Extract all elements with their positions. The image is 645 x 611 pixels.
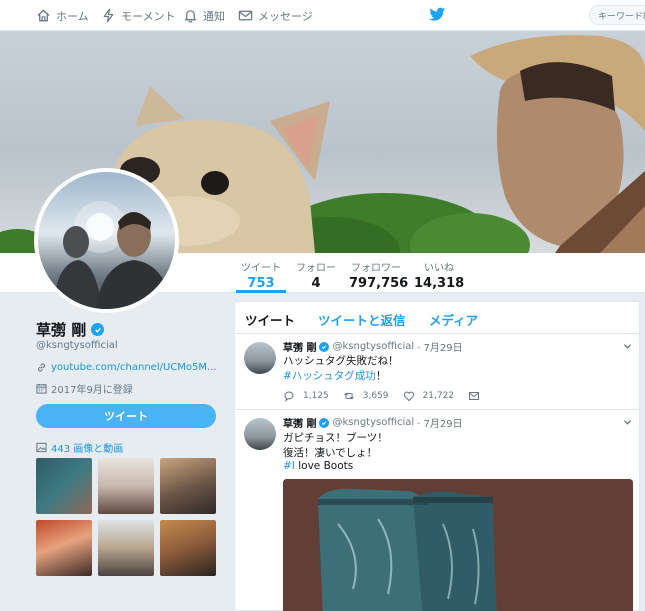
verified-icon — [319, 417, 330, 428]
stat-followers[interactable]: フォロワー 797,756 — [349, 259, 409, 291]
media-thumbnail[interactable] — [36, 520, 92, 576]
nav-moments-label: モーメント — [121, 9, 176, 23]
tweet-item[interactable]: 草彅 剛 @ksngtysofficial · 7月29日 ハッシュタグ失敗だね… — [235, 334, 641, 410]
tweet-timeline: ツイート ツイートと返信 メディア 草彅 剛 @ksngtysofficial … — [234, 301, 641, 611]
dm-action[interactable] — [468, 390, 480, 402]
chevron-down-icon[interactable] — [623, 418, 632, 427]
profile-link-text[interactable]: youtube.com/channel/UCMo5M... — [51, 362, 217, 373]
like-count: 21,722 — [422, 391, 455, 401]
stat-tweets-value: 753 — [247, 276, 275, 291]
tweet-author-handle[interactable]: @ksngtysofficial — [332, 417, 414, 428]
media-thumbnail[interactable] — [160, 520, 216, 576]
tweet-author-handle[interactable]: @ksngtysofficial — [332, 341, 414, 352]
twitter-bird-icon[interactable] — [429, 7, 446, 22]
tab-tweets-and-replies[interactable]: ツイートと返信 — [318, 310, 406, 329]
stat-likes[interactable]: いいね 14,318 — [414, 259, 464, 291]
retweet-count: 3,659 — [362, 391, 389, 401]
hashtag-link[interactable]: #ハッシュタグ成功 — [283, 370, 376, 382]
tab-media[interactable]: メディア — [429, 310, 478, 329]
media-thumbnail[interactable] — [36, 458, 92, 514]
nav-messages-label: メッセージ — [258, 9, 313, 23]
stat-tweets[interactable]: ツイート 753 — [240, 259, 282, 291]
tweet-avatar[interactable] — [244, 342, 276, 374]
timeline-tabs: ツイート ツイートと返信 メディア — [235, 302, 641, 334]
calendar-icon — [36, 383, 47, 394]
stat-followers-label: フォロワー — [351, 263, 401, 274]
tweet-text-line: #ハッシュタグ成功！ — [283, 368, 386, 383]
tab-tweets[interactable]: ツイート — [245, 310, 295, 329]
tweet-text-line: ハッシュタグ失敗だね！ — [283, 355, 399, 367]
compose-tweet-button[interactable]: ツイート — [36, 404, 216, 428]
nav-home[interactable]: ホーム — [36, 0, 89, 31]
envelope-icon — [238, 10, 253, 21]
tweet-item[interactable]: 草彅 剛 @ksngtysofficial · 7月29日 ガピチョス！ブーツ！… — [235, 410, 641, 611]
nav-notifications-label: 通知 — [203, 9, 225, 23]
nav-home-label: ホーム — [56, 9, 89, 23]
tweet-date[interactable]: · 7月29日 — [417, 339, 462, 354]
media-thumbnail[interactable] — [160, 458, 216, 514]
verified-icon — [319, 341, 330, 352]
tweet-text-line: 復活！凄いでしょ！ — [283, 447, 378, 459]
nav-notifications[interactable]: 通知 — [183, 0, 225, 31]
stat-tweets-label: ツイート — [241, 263, 281, 274]
profile-join-date: 2017年9月に登録 — [36, 381, 133, 396]
reply-action[interactable]: 1,125 — [283, 390, 329, 402]
stat-likes-value: 14,318 — [414, 276, 465, 291]
profile-avatar[interactable] — [34, 168, 179, 313]
like-action[interactable]: 21,722 — [403, 390, 455, 402]
reply-icon — [284, 391, 294, 402]
profile-name: 草彅 剛 — [36, 319, 105, 340]
active-stat-underline — [236, 290, 286, 293]
stat-followers-value: 797,756 — [349, 276, 409, 291]
hashtag-link[interactable]: #I — [283, 460, 295, 472]
image-icon — [36, 442, 47, 453]
stat-following[interactable]: フォロー 4 — [295, 259, 337, 291]
tweet-avatar[interactable] — [244, 418, 276, 450]
tweet-text-tail: ！ — [375, 370, 387, 382]
lightning-icon — [103, 8, 114, 23]
tweet-text-tail: love Boots — [294, 460, 354, 472]
stat-following-label: フォロー — [296, 263, 336, 274]
dm-icon — [469, 392, 480, 400]
nav-moments[interactable]: モーメント — [101, 0, 176, 31]
media-count-link[interactable]: 443 画像と動画 — [36, 440, 123, 455]
tweet-text-line: ガピチョス！ブーツ！ — [283, 432, 388, 444]
like-icon — [403, 391, 414, 402]
tweet-header: 草彅 剛 @ksngtysofficial · 7月29日 — [283, 339, 463, 354]
tweet-author-name[interactable]: 草彅 剛 — [283, 339, 316, 354]
retweet-icon — [343, 392, 354, 400]
tweet-media-image[interactable] — [283, 479, 633, 611]
tweet-actions: 1,125 3,659 21,722 — [283, 390, 494, 402]
tweet-author-name[interactable]: 草彅 剛 — [283, 415, 316, 430]
chevron-down-icon[interactable] — [623, 342, 632, 351]
stat-likes-label: いいね — [424, 263, 454, 274]
reply-count: 1,125 — [303, 391, 329, 401]
avatar-photo — [53, 201, 172, 309]
profile-name-text: 草彅 剛 — [36, 321, 87, 339]
profile-handle: @ksngtysofficial — [36, 340, 118, 351]
stat-following-value: 4 — [311, 276, 321, 291]
link-icon — [37, 363, 46, 372]
boots-photo — [283, 479, 633, 611]
media-thumbnail-grid — [36, 458, 216, 576]
tweet-date[interactable]: · 7月29日 — [417, 415, 462, 430]
bell-icon — [184, 10, 197, 23]
profile-link[interactable]: youtube.com/channel/UCMo5M... — [36, 362, 217, 373]
media-count-text[interactable]: 443 画像と動画 — [51, 440, 123, 455]
media-thumbnail[interactable] — [98, 520, 154, 576]
verified-icon — [91, 323, 105, 336]
top-navigation: ホーム モーメント 通知 メッセージ キーワード検索 — [0, 0, 645, 31]
tweet-header: 草彅 剛 @ksngtysofficial · 7月29日 — [283, 415, 463, 430]
media-thumbnail[interactable] — [98, 458, 154, 514]
home-icon — [37, 9, 50, 22]
retweet-action[interactable]: 3,659 — [343, 390, 389, 402]
nav-messages[interactable]: メッセージ — [238, 0, 313, 31]
search-input[interactable]: キーワード検索 — [589, 5, 645, 25]
profile-join-text: 2017年9月に登録 — [51, 385, 133, 396]
tweet-text-line: #I love Boots — [283, 460, 353, 472]
